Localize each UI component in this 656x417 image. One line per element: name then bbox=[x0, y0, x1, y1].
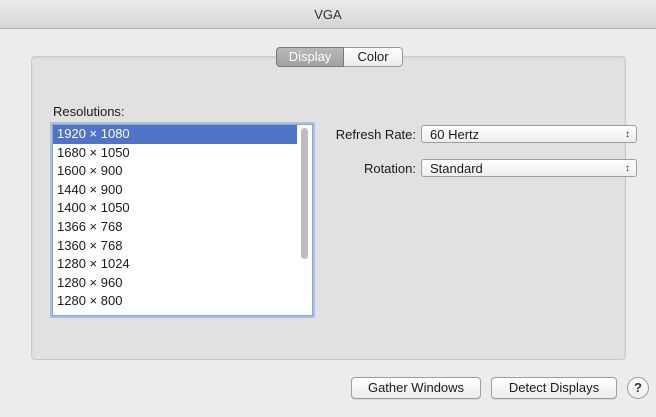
resolution-item[interactable]: 1280 × 960 bbox=[53, 274, 297, 293]
select-arrows-icon: ↕ bbox=[625, 163, 630, 174]
refresh-rate-label: Refresh Rate: bbox=[335, 127, 416, 142]
help-button[interactable]: ? bbox=[627, 377, 649, 399]
refresh-rate-value: 60 Hertz bbox=[430, 127, 480, 142]
detect-displays-button[interactable]: Detect Displays bbox=[491, 377, 617, 399]
rotation-value: Standard bbox=[430, 161, 483, 176]
tab-color[interactable]: Color bbox=[344, 47, 403, 67]
resolution-item[interactable]: 1920 × 1080 bbox=[53, 125, 297, 144]
refresh-rate-select[interactable]: 60 Hertz ↕ bbox=[421, 125, 637, 143]
window-title: VGA bbox=[314, 7, 342, 22]
list-scrollbar[interactable] bbox=[301, 128, 308, 259]
gather-windows-button[interactable]: Gather Windows bbox=[351, 377, 481, 399]
title-bar[interactable]: VGA bbox=[0, 0, 656, 29]
question-icon: ? bbox=[634, 380, 642, 395]
resolution-item[interactable]: 1680 × 1050 bbox=[53, 144, 297, 163]
tab-bar: Display Color bbox=[276, 47, 403, 67]
tab-display[interactable]: Display bbox=[276, 47, 344, 67]
vga-window: VGA Display Color Resolutions: 1920 × 10… bbox=[0, 0, 656, 417]
resolutions-list[interactable]: 1920 × 1080 1680 × 1050 1600 × 900 1440 … bbox=[52, 124, 313, 316]
resolution-item[interactable]: 1366 × 768 bbox=[53, 218, 297, 237]
resolutions-label: Resolutions: bbox=[53, 104, 125, 119]
rotation-label: Rotation: bbox=[363, 161, 416, 176]
resolution-item[interactable]: 1360 × 768 bbox=[53, 237, 297, 256]
rotation-select[interactable]: Standard ↕ bbox=[421, 159, 637, 177]
resolution-item[interactable]: 1280 × 800 bbox=[53, 292, 297, 311]
resolution-item[interactable]: 1280 × 1024 bbox=[53, 255, 297, 274]
resolution-item[interactable]: 1600 × 900 bbox=[53, 162, 297, 181]
resolution-item[interactable]: 1440 × 900 bbox=[53, 181, 297, 200]
resolution-item[interactable]: 1400 × 1050 bbox=[53, 199, 297, 218]
select-arrows-icon: ↕ bbox=[625, 129, 630, 140]
